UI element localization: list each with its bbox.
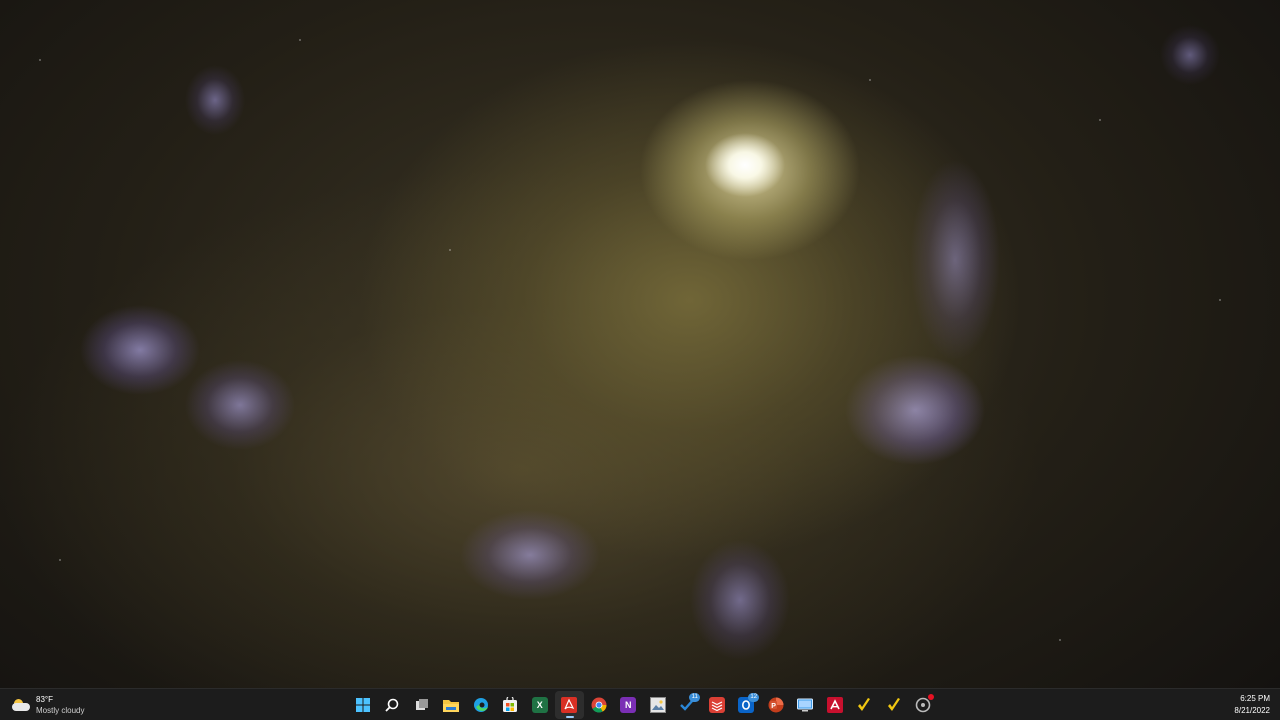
tasks-button[interactable]: 11 (673, 691, 703, 719)
wallpaper-stars (0, 0, 1280, 688)
windows-logo-icon (355, 698, 370, 712)
outlook-button[interactable]: 12 (732, 691, 762, 719)
image-icon (649, 697, 666, 713)
checkmark-icon: 11 (679, 693, 701, 713)
weather-widget[interactable]: 83°F Mostly cloudy (12, 693, 84, 717)
powerpoint-icon: P (768, 697, 784, 713)
weather-text: 83°F Mostly cloudy (36, 694, 84, 716)
excel-button[interactable]: X (525, 691, 555, 719)
remote-desktop-button[interactable] (791, 691, 821, 719)
weather-condition: Mostly cloudy (36, 706, 85, 715)
search-button[interactable] (378, 691, 408, 719)
snipping-button[interactable] (909, 691, 939, 719)
clock-time: 6:25 PM (1240, 694, 1270, 703)
clock-date: 8/21/2022 (1234, 706, 1270, 715)
red-app-icon (826, 697, 843, 713)
search-icon (385, 698, 399, 712)
tasks-badge: 11 (689, 693, 701, 702)
chrome-icon (591, 697, 607, 713)
app-red-button[interactable] (820, 691, 850, 719)
app-norton-2-button[interactable] (879, 691, 909, 719)
edge-icon (473, 698, 488, 712)
file-explorer-button[interactable] (437, 691, 467, 719)
excel-icon: X (531, 697, 548, 713)
task-view-icon (415, 699, 428, 710)
weather-temperature: 83°F (36, 695, 53, 704)
system-clock[interactable]: 6:25 PM 8/21/2022 (1234, 693, 1270, 717)
pdf-icon (561, 697, 578, 713)
app-norton-1-button[interactable] (850, 691, 880, 719)
layers-icon (708, 697, 725, 713)
onenote-icon: N (620, 697, 637, 713)
onenote-button[interactable]: N (614, 691, 644, 719)
store-icon (503, 697, 518, 712)
folder-icon (443, 700, 460, 712)
partly-cloudy-icon (12, 699, 30, 711)
monitor-icon (797, 698, 814, 712)
gear-circle-icon (915, 694, 935, 713)
svg-text:P: P (771, 703, 776, 710)
outlook-icon: 12 (738, 693, 760, 713)
task-view-button[interactable] (407, 691, 437, 719)
start-button[interactable] (348, 691, 378, 719)
microsoft-store-button[interactable] (496, 691, 526, 719)
acrobat-button[interactable] (554, 691, 584, 719)
chrome-button[interactable] (584, 691, 614, 719)
taskbar: 83°F Mostly cloudy X N 11 12 P 6:25 PM 8… (0, 688, 1280, 720)
edge-button[interactable] (466, 691, 496, 719)
outlook-badge: 12 (748, 693, 760, 702)
yellow-check-icon (858, 698, 871, 711)
todoist-button[interactable] (702, 691, 732, 719)
desktop-wallpaper[interactable] (0, 0, 1280, 688)
photos-button[interactable] (643, 691, 673, 719)
notification-dot (928, 694, 935, 700)
yellow-check-icon (887, 698, 900, 711)
taskbar-apps: X N 11 12 P (348, 691, 938, 719)
powerpoint-button[interactable]: P (761, 691, 791, 719)
